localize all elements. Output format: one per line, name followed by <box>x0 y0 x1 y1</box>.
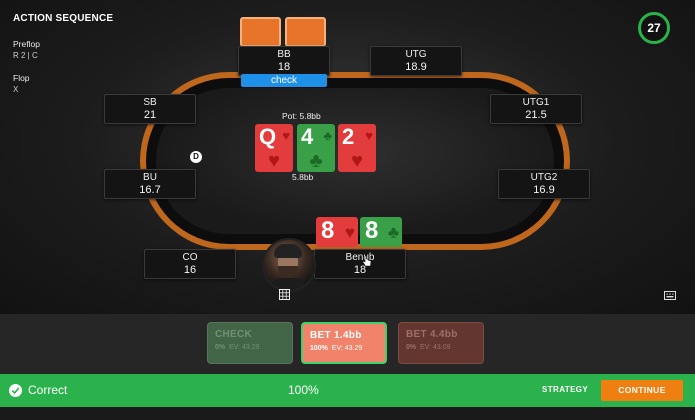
card-rank: 2 <box>342 124 355 149</box>
seat-name: UTG2 <box>530 172 558 183</box>
action-stats: 0% EV: 43.09 <box>406 344 451 351</box>
seat-hero: Benub 18 <box>314 249 406 279</box>
seat-sb: SB 21 <box>104 94 196 124</box>
board-card: 4 ♣ ♣ <box>297 124 335 172</box>
preflop-label: Preflop <box>13 39 40 49</box>
seat-utg: UTG 18.9 <box>370 46 462 76</box>
pot-amount: 5.8bb <box>292 172 314 182</box>
seat-name: UTG1 <box>522 97 550 108</box>
heart-icon: ♥ <box>282 128 290 143</box>
seat-bu: BU 16.7 <box>104 169 196 199</box>
card-rank: Q <box>259 124 277 149</box>
seat-name: SB <box>143 97 157 108</box>
card-rank: 4 <box>301 124 314 149</box>
action-label: BET 4.4bb <box>406 329 458 340</box>
strategy-link[interactable]: STRATEGY <box>542 385 588 394</box>
seat-stack: 16 <box>183 264 197 276</box>
seat-co: CO 16 <box>144 249 236 279</box>
board-card: Q ♥ ♥ <box>255 124 293 172</box>
hero-card: 8 ♣ <box>360 217 402 247</box>
heart-icon: ♥ <box>268 150 280 172</box>
range-grid-icon[interactable] <box>279 289 290 300</box>
seat-name: CO <box>182 252 198 263</box>
board-card: 2 ♥ ♥ <box>338 124 376 172</box>
countdown-timer: 27 <box>638 12 670 44</box>
bb-card-back <box>240 17 281 47</box>
hand-cursor-icon <box>362 255 372 267</box>
seat-utg1: UTG1 21.5 <box>490 94 582 124</box>
footer-strip <box>0 407 695 420</box>
seat-stack: 18 <box>277 61 291 73</box>
result-label: Correct <box>28 383 68 397</box>
card-rank: 8 <box>365 217 379 244</box>
action-stats: 100% EV: 43.29 <box>310 345 363 352</box>
flop-label: Flop <box>13 73 30 83</box>
bet-small-button[interactable]: BET 1.4bb 100% EV: 43.29 <box>301 322 387 364</box>
seat-name: BB <box>277 49 291 60</box>
flop-actions: X <box>13 85 19 94</box>
seat-stack: 16.7 <box>139 184 161 196</box>
continue-button[interactable]: CONTINUE <box>601 380 683 401</box>
preflop-actions: R 2 | C <box>13 51 38 60</box>
heart-icon: ♥ <box>344 223 355 242</box>
heart-icon: ♥ <box>365 128 373 143</box>
bet-large-button[interactable]: BET 4.4bb 0% EV: 43.09 <box>398 322 484 364</box>
seat-stack: 16.9 <box>533 184 555 196</box>
heart-icon: ♥ <box>351 150 363 172</box>
dealer-button: D <box>190 151 202 163</box>
seat-name: BU <box>143 172 157 183</box>
action-stats: 0% EV: 43.29 <box>215 344 260 351</box>
bb-action-pill: check <box>241 74 327 87</box>
seat-utg2: UTG2 16.9 <box>498 169 590 199</box>
seat-stack: 18.9 <box>405 61 427 73</box>
seat-name: UTG <box>405 49 427 60</box>
check-button[interactable]: CHECK 0% EV: 43.29 <box>207 322 293 364</box>
keyboard-icon[interactable] <box>664 291 676 300</box>
result-score: 100% <box>288 383 319 397</box>
action-label: CHECK <box>215 329 253 340</box>
seat-stack: 21 <box>143 109 157 121</box>
seat-stack: 18 <box>353 264 367 276</box>
check-circle-icon <box>9 384 22 397</box>
club-icon: ♣ <box>309 150 323 172</box>
seat-name: Benub <box>345 252 375 263</box>
player-avatar <box>262 238 316 292</box>
card-rank: 8 <box>321 217 335 244</box>
pot-label: Pot: 5.8bb <box>282 111 321 121</box>
hero-card: 8 ♥ <box>316 217 358 247</box>
bb-card-back <box>285 17 326 47</box>
club-icon: ♣ <box>387 223 399 242</box>
action-sequence-title: ACTION SEQUENCE <box>13 13 114 24</box>
seat-stack: 21.5 <box>525 109 547 121</box>
action-label: BET 1.4bb <box>310 330 362 341</box>
seat-bb: BB 18 <box>238 46 330 76</box>
result-bar: Correct 100% STRATEGY <box>0 374 695 407</box>
club-icon: ♣ <box>323 128 332 143</box>
